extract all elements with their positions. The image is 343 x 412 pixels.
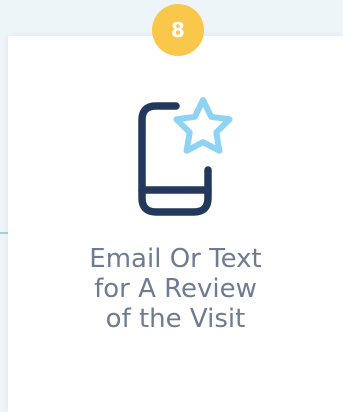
star-icon <box>173 97 233 154</box>
step-description: Email Or Text for A Review of the Visit <box>8 244 343 334</box>
connector-line <box>0 232 8 234</box>
step-card <box>8 36 343 412</box>
phone-star-icon <box>134 96 238 220</box>
description-line-3: of the Visit <box>105 304 246 334</box>
description-line-1: Email Or Text <box>89 244 262 274</box>
description-line-2: for A Review <box>94 274 257 304</box>
step-number-badge: 8 <box>152 4 204 56</box>
